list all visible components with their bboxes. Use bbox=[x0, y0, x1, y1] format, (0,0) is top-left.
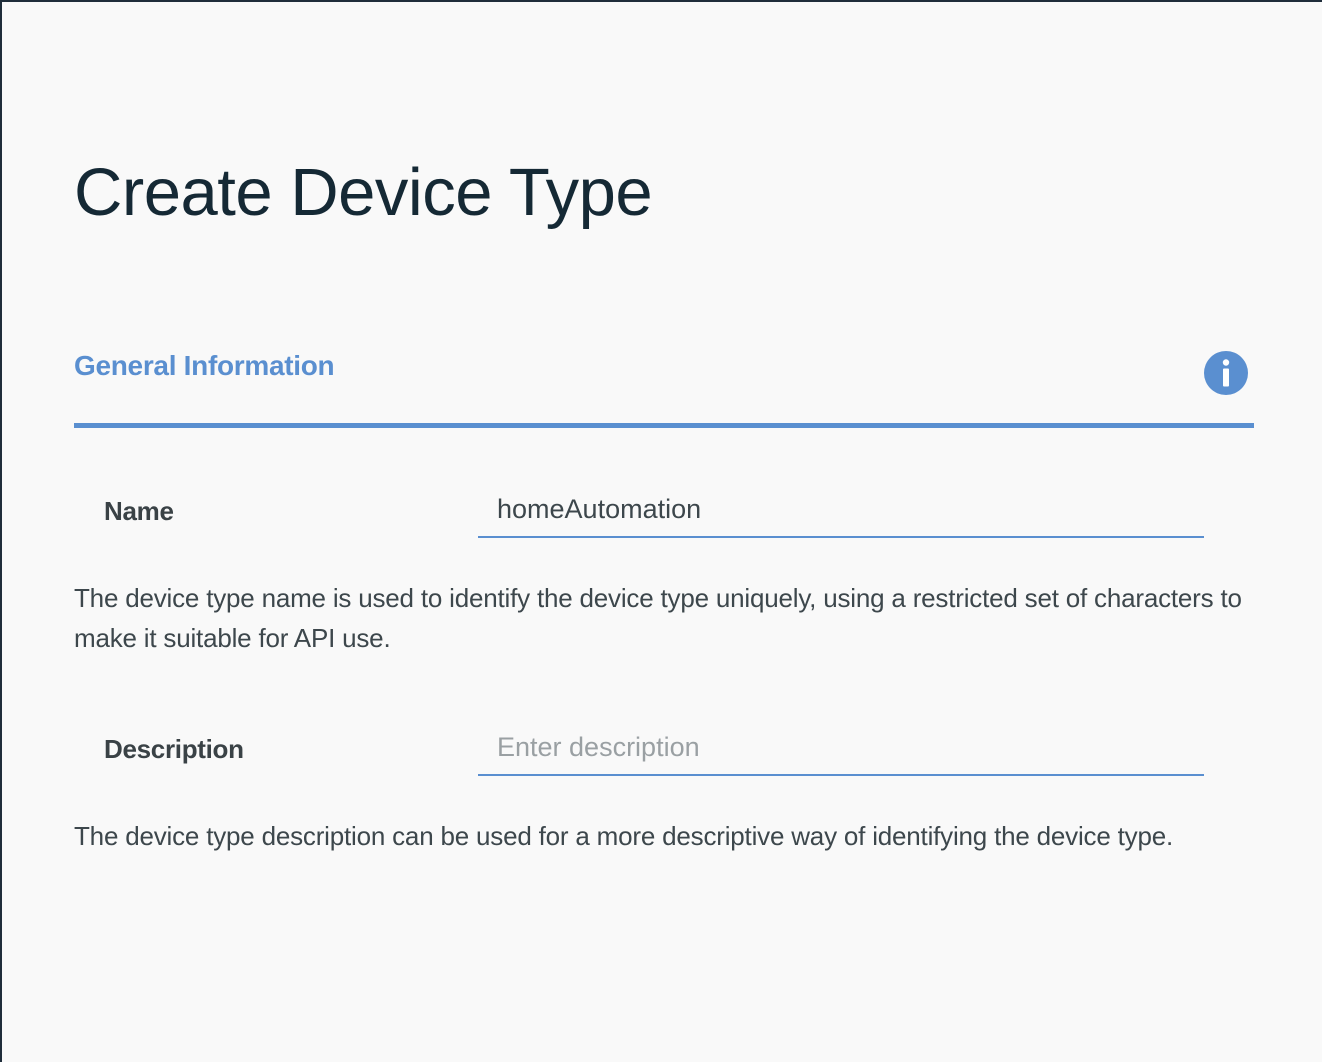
page-title: Create Device Type bbox=[74, 155, 653, 230]
name-label: Name bbox=[104, 496, 174, 526]
description-help-text: The device type description can be used … bbox=[74, 821, 1174, 851]
page-frame: Create Device Type General Information N… bbox=[0, 0, 1322, 1062]
description-label: Description bbox=[104, 734, 244, 764]
info-icon[interactable] bbox=[1204, 351, 1248, 395]
section-header: General Information bbox=[74, 342, 1254, 428]
section-title: General Information bbox=[74, 350, 335, 381]
name-help-text: The device type name is used to identify… bbox=[74, 583, 1242, 653]
name-input[interactable] bbox=[478, 490, 1204, 538]
description-input[interactable] bbox=[478, 728, 1204, 776]
